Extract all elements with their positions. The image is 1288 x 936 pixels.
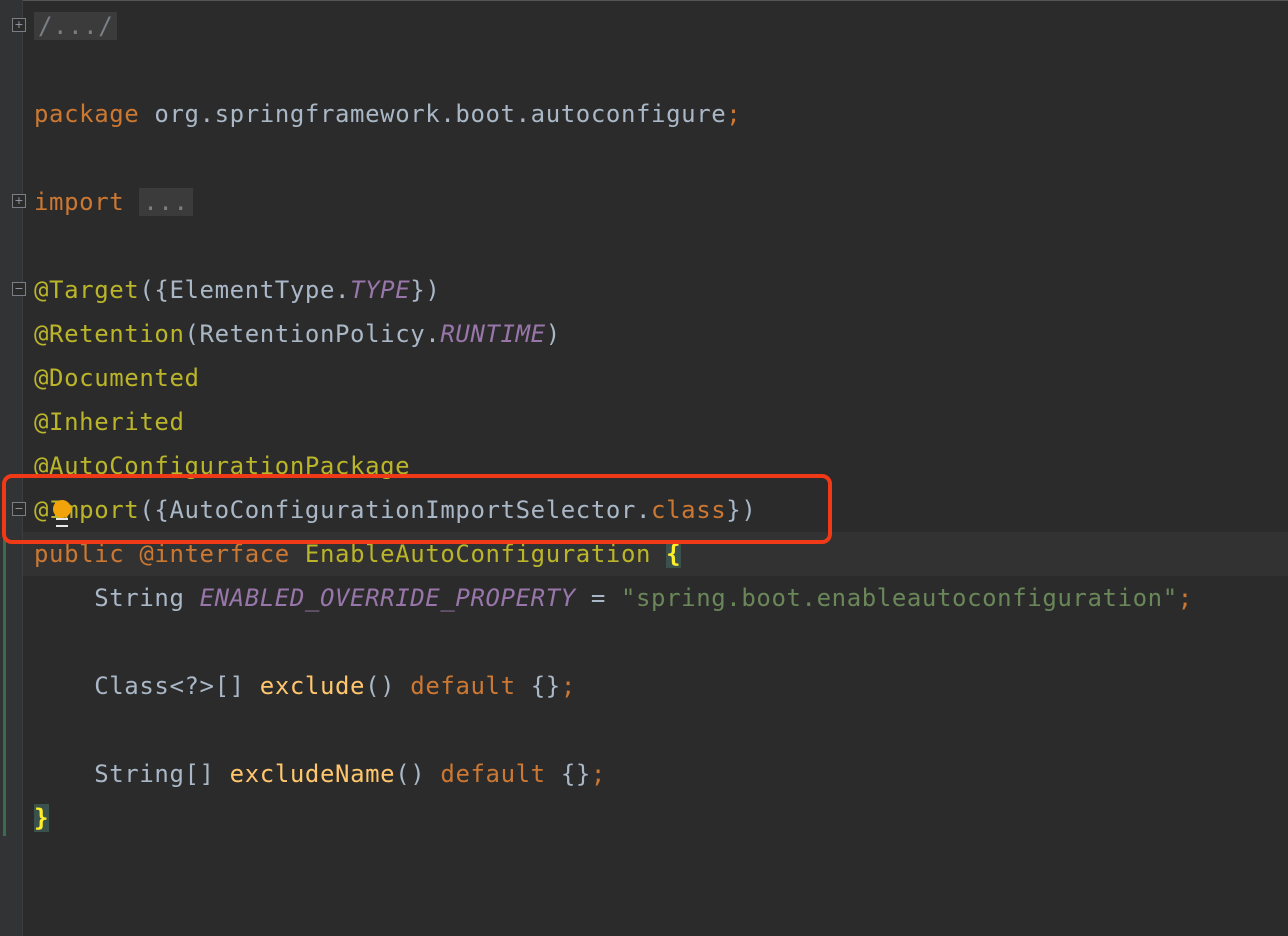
keyword: @interface xyxy=(139,540,290,568)
semicolon: ; xyxy=(1177,584,1193,612)
keyword: default xyxy=(440,760,546,788)
code-text: }) xyxy=(410,276,441,304)
fold-minus-icon[interactable]: − xyxy=(12,502,26,516)
code-text: {} xyxy=(560,760,591,788)
import-fold[interactable]: ... xyxy=(139,188,193,216)
constant: RUNTIME xyxy=(440,320,546,348)
semicolon: ; xyxy=(560,672,576,700)
code-line-target[interactable]: @Target({ElementType.TYPE}) xyxy=(34,268,440,312)
semicolon: ; xyxy=(726,100,742,128)
code-line-interface-decl[interactable]: public @interface EnableAutoConfiguratio… xyxy=(34,532,682,576)
vcs-change-marker[interactable] xyxy=(3,532,6,836)
fold-plus-icon[interactable]: + xyxy=(12,194,26,208)
constant: TYPE xyxy=(350,276,411,304)
code-line-inherited[interactable]: @Inherited xyxy=(34,400,185,444)
code-line-header[interactable]: /.../ xyxy=(34,4,118,48)
package-name: org.springframework.boot.autoconfigure xyxy=(154,100,727,128)
keyword: default xyxy=(410,672,516,700)
keyword: import xyxy=(34,188,125,216)
interface-name: EnableAutoConfiguration xyxy=(304,540,652,568)
code-text: ({AutoConfigurationImportSelector. xyxy=(139,496,652,524)
code-line-autoconfig-package[interactable]: @AutoConfigurationPackage xyxy=(34,444,410,488)
keyword: package xyxy=(34,100,140,128)
type-name: String xyxy=(94,584,185,612)
code-line-field[interactable]: String ENABLED_OVERRIDE_PROPERTY = "spri… xyxy=(34,576,1193,620)
code-line-retention[interactable]: @Retention(RetentionPolicy.RUNTIME) xyxy=(34,312,561,356)
annotation: @Import xyxy=(34,496,140,524)
code-text: = xyxy=(575,584,621,612)
keyword: class xyxy=(651,496,727,524)
code-text: ) xyxy=(545,320,561,348)
lightbulb-icon[interactable] xyxy=(53,500,71,518)
type-name: Class<?>[] xyxy=(94,672,245,700)
semicolon: ; xyxy=(590,760,606,788)
lightbulb-base-icon xyxy=(56,518,68,527)
code-editor[interactable]: /.../ package org.springframework.boot.a… xyxy=(34,0,1288,936)
matched-brace: { xyxy=(666,540,682,568)
code-text: () xyxy=(395,760,426,788)
code-line-exclude[interactable]: Class<?>[] exclude() default {}; xyxy=(34,664,576,708)
header-comment-fold[interactable]: /.../ xyxy=(34,12,118,40)
annotation: @Retention xyxy=(34,320,185,348)
method-name: exclude xyxy=(259,672,366,700)
code-line-package[interactable]: package org.springframework.boot.autocon… xyxy=(34,92,741,136)
code-line-documented[interactable]: @Documented xyxy=(34,356,200,400)
keyword: public xyxy=(34,540,125,568)
code-text: }) xyxy=(726,496,757,524)
method-name: excludeName xyxy=(229,760,396,788)
code-text: () xyxy=(365,672,396,700)
code-line-closing[interactable]: } xyxy=(34,796,50,840)
code-text: {} xyxy=(530,672,561,700)
string-literal: "spring.boot.enableautoconfiguration" xyxy=(620,584,1178,612)
code-text: (RetentionPolicy. xyxy=(184,320,441,348)
fold-minus-icon[interactable]: − xyxy=(12,282,26,296)
type-name: String[] xyxy=(94,760,215,788)
code-line-import[interactable]: import ... xyxy=(34,180,193,224)
matched-brace: } xyxy=(34,804,50,832)
code-text: ({ElementType. xyxy=(139,276,351,304)
code-line-import-annotation[interactable]: @Import({AutoConfigurationImportSelector… xyxy=(34,488,756,532)
annotation: @Target xyxy=(34,276,140,304)
code-line-exclude-name[interactable]: String[] excludeName() default {}; xyxy=(34,752,606,796)
constant: ENABLED_OVERRIDE_PROPERTY xyxy=(199,584,576,612)
fold-plus-icon[interactable]: + xyxy=(12,18,26,32)
